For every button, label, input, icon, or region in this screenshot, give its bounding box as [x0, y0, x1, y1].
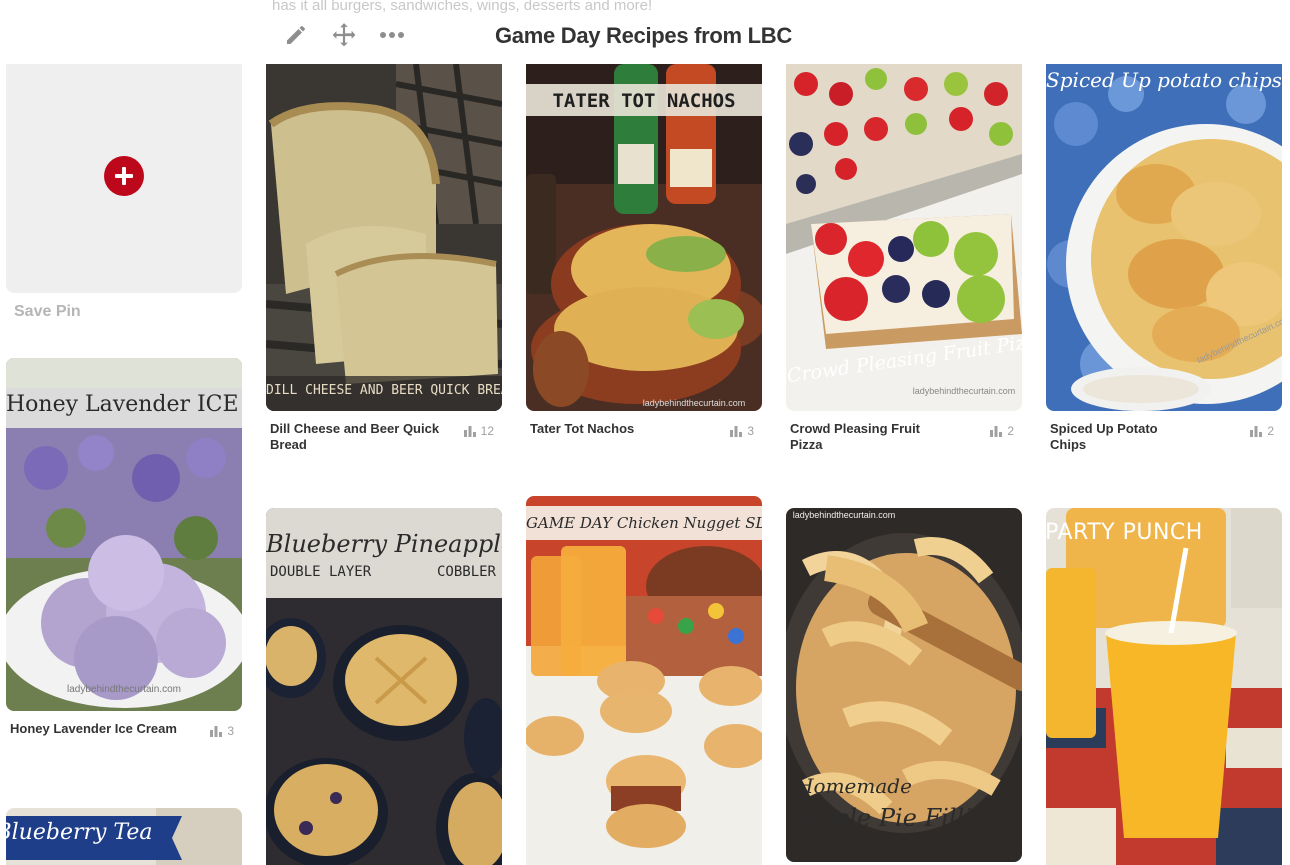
- pin-watermark: ladybehindthecurtain.com: [642, 398, 746, 408]
- pin-title[interactable]: Honey Lavender Ice Cream: [10, 721, 200, 737]
- pin-image[interactable]: DILL CHEESE AND BEER QUICK BREAD: [266, 64, 502, 411]
- pin-image[interactable]: Blueberry Tea: [6, 808, 242, 865]
- pin-overlay-text: Blueberry Pineapple: [266, 530, 502, 558]
- pin-watermark: ladybehindthecurtain.com: [912, 386, 1016, 396]
- bar-chart-icon: [990, 425, 1003, 437]
- pin-overlay-text: Blueberry Tea: [6, 820, 153, 845]
- bar-chart-icon: [463, 425, 476, 437]
- pin-title[interactable]: Tater Tot Nachos: [530, 421, 720, 437]
- pin-image[interactable]: Crowd Pleasing Fruit Pizza ladybehindthe…: [786, 64, 1022, 411]
- pin-title[interactable]: Dill Cheese and Beer Quick Bread: [270, 421, 460, 453]
- board-title: Game Day Recipes from LBC: [495, 23, 792, 48]
- pin-overlay-text: Apple Pie Filling: [801, 804, 1003, 832]
- pin-overlay-text: Homemade: [796, 774, 912, 798]
- pin-overlay-text: COBBLER: [436, 564, 496, 580]
- pin-image[interactable]: Homemade Apple Pie Filling ladybehindthe…: [786, 508, 1022, 862]
- save-pin-label: Save Pin: [14, 303, 81, 320]
- pin-overlay-text: PARTY PUNCH: [1046, 520, 1203, 545]
- pin-repins: 12: [463, 424, 494, 438]
- move-arrows-icon[interactable]: [329, 20, 359, 50]
- pin-repin-count: 3: [747, 424, 754, 438]
- plus-circle-icon[interactable]: [104, 156, 144, 196]
- board-toolbar: Game Day Recipes from LBC: [0, 18, 1290, 52]
- pin-repin-count: 12: [480, 424, 494, 438]
- pin-watermark: ladybehindthecurtain.com: [792, 510, 896, 520]
- pin-overlay-text: DOUBLE LAYER: [270, 564, 372, 580]
- pin-title[interactable]: Crowd Pleasing Fruit Pizza: [790, 421, 920, 453]
- pin-repins: 3: [730, 424, 754, 438]
- pin-repin-count: 2: [1267, 424, 1274, 438]
- pin-image[interactable]: TATER TOT NACHOS ladybehindthecurtain.co…: [526, 64, 762, 411]
- pin-repin-count: 2: [1007, 424, 1014, 438]
- pin-overlay-text: GAME DAY Chicken Nugget SLIDERS: [526, 514, 762, 532]
- pin-repins: 2: [1250, 424, 1274, 438]
- pin-repins: 2: [990, 424, 1014, 438]
- bar-chart-icon: [1250, 425, 1263, 437]
- pencil-icon[interactable]: [281, 20, 311, 50]
- more-dots-icon[interactable]: [377, 20, 407, 50]
- pin-image[interactable]: PARTY PUNCH: [1046, 508, 1282, 865]
- board-description: has it all burgers, sandwiches, wings, d…: [272, 0, 653, 14]
- pin-image[interactable]: Honey Lavender ICE CREAM ladybehindthecu…: [6, 358, 242, 711]
- pin-repins: 3: [210, 724, 234, 738]
- pin-image[interactable]: Spiced Up potato chips ladybehindthecurt…: [1046, 64, 1282, 411]
- pin-overlay-text: DILL CHEESE AND BEER QUICK BREAD: [266, 383, 502, 398]
- pin-overlay-text: TATER TOT NACHOS: [552, 90, 736, 112]
- pin-title[interactable]: Spiced Up Potato Chips: [1050, 421, 1180, 453]
- bar-chart-icon: [210, 725, 223, 737]
- save-pin-card[interactable]: [6, 64, 242, 293]
- pin-image[interactable]: GAME DAY Chicken Nugget SLIDERS: [526, 496, 762, 865]
- pin-image[interactable]: Blueberry Pineapple DOUBLE LAYER COBBLER: [266, 508, 502, 865]
- pin-overlay-text: Spiced Up potato chips: [1046, 68, 1282, 92]
- bar-chart-icon: [730, 425, 743, 437]
- pin-overlay-text: Honey Lavender ICE CREAM: [6, 392, 242, 417]
- pin-watermark: ladybehindthecurtain.com: [67, 684, 181, 695]
- pin-repin-count: 3: [227, 724, 234, 738]
